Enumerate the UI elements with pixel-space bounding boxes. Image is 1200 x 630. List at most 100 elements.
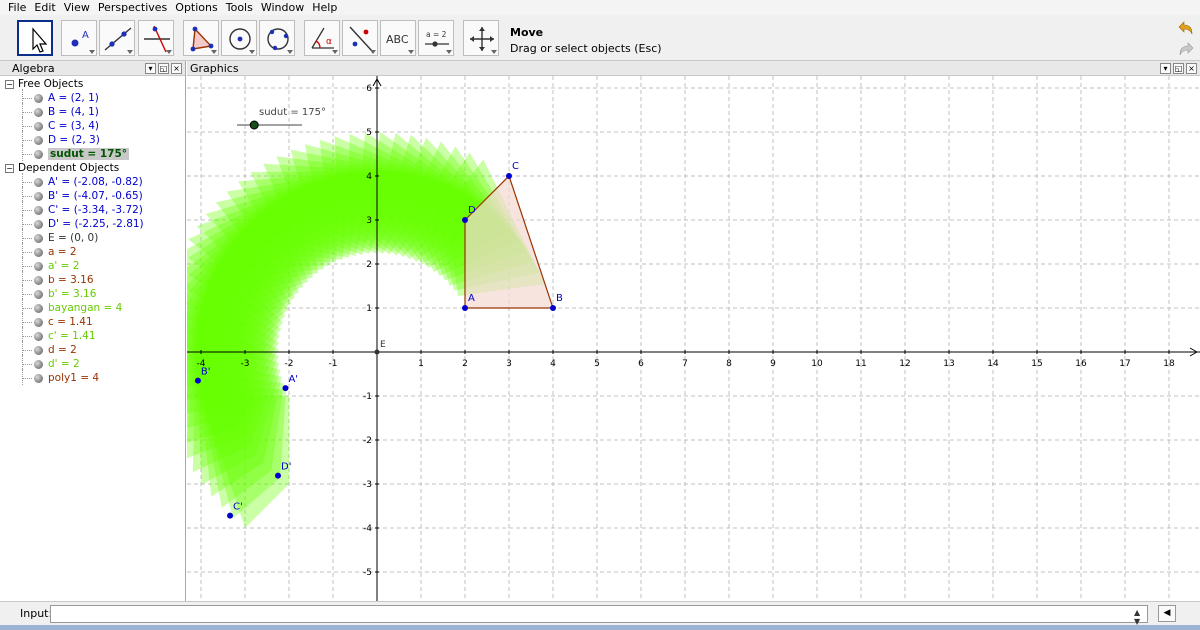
- x-tick-label: 13: [943, 359, 954, 369]
- circle-through-points-tool-button[interactable]: [259, 20, 295, 56]
- algebra-item[interactable]: A = (2, 1): [0, 89, 185, 105]
- perpendicular-line-tool-button[interactable]: [138, 20, 174, 56]
- algebra-item[interactable]: b = 3.16: [0, 271, 185, 287]
- visibility-toggle-icon[interactable]: [34, 248, 43, 257]
- visibility-toggle-icon[interactable]: [34, 262, 43, 271]
- collapse-icon[interactable]: −: [5, 80, 14, 89]
- visibility-toggle-icon[interactable]: [34, 136, 43, 145]
- visibility-toggle-icon[interactable]: [34, 290, 43, 299]
- algebra-item-label: a' = 2: [48, 260, 80, 272]
- x-tick-label: 2: [462, 359, 468, 369]
- algebra-item[interactable]: B = (4, 1): [0, 103, 185, 119]
- text-tool-button[interactable]: ABC: [380, 20, 416, 56]
- visibility-toggle-icon[interactable]: [34, 276, 43, 285]
- visibility-toggle-icon[interactable]: [34, 304, 43, 313]
- input-field[interactable]: [50, 605, 1148, 623]
- tree-connector: [22, 210, 32, 211]
- algebra-item[interactable]: E = (0, 0): [0, 229, 185, 245]
- slider-tool-button[interactable]: a = 2: [418, 20, 454, 56]
- visibility-toggle-icon[interactable]: [34, 178, 43, 187]
- algebra-item[interactable]: a' = 2: [0, 257, 185, 273]
- algebra-item[interactable]: sudut = 175°: [0, 145, 185, 161]
- slider-handle[interactable]: [249, 120, 259, 130]
- algebra-item[interactable]: a = 2: [0, 243, 185, 259]
- visibility-toggle-icon[interactable]: [34, 234, 43, 243]
- menu-edit[interactable]: Edit: [30, 0, 59, 15]
- image-point[interactable]: [282, 385, 289, 392]
- algebra-item[interactable]: C = (3, 4): [0, 117, 185, 133]
- menu-file[interactable]: File: [4, 0, 30, 15]
- menu-window[interactable]: Window: [257, 0, 308, 15]
- graphics-view[interactable]: Graphics ▾ ◱ × -4 -3 -2 -1 1 2 3 4 5 6 7 8 9 10 11 12 13…: [187, 61, 1200, 601]
- x-tick-label: 15: [1031, 359, 1042, 369]
- point-tool-button[interactable]: A: [61, 20, 97, 56]
- y-tick-label: -1: [363, 392, 372, 402]
- image-point[interactable]: [227, 512, 234, 519]
- algebra-group[interactable]: − Free Objects: [0, 77, 185, 91]
- algebra-item-label: C' = (-3.34, -3.72): [48, 204, 143, 216]
- algebra-item[interactable]: b' = 3.16: [0, 285, 185, 301]
- input-history-icon[interactable]: ▲ ▼: [1134, 608, 1140, 626]
- undo-icon[interactable]: [1178, 20, 1194, 36]
- line-tool-button[interactable]: [99, 20, 135, 56]
- undock-icon[interactable]: ◱: [158, 63, 169, 74]
- view-menu-icon[interactable]: ▾: [1160, 63, 1171, 74]
- algebra-item[interactable]: B' = (-4.07, -0.65): [0, 187, 185, 203]
- origin-point-e[interactable]: [374, 349, 380, 355]
- algebra-item[interactable]: poly1 = 4: [0, 369, 185, 385]
- visibility-toggle-icon[interactable]: [34, 360, 43, 369]
- visibility-toggle-icon[interactable]: [34, 374, 43, 383]
- point-a[interactable]: [462, 305, 468, 311]
- undock-icon[interactable]: ◱: [1173, 63, 1184, 74]
- tree-connector: [22, 196, 32, 197]
- menu-help[interactable]: Help: [308, 0, 341, 15]
- algebra-item-label: D = (2, 3): [48, 134, 100, 146]
- algebra-item[interactable]: bayangan = 4: [0, 299, 185, 315]
- visibility-toggle-icon[interactable]: [34, 346, 43, 355]
- algebra-item[interactable]: d = 2: [0, 341, 185, 357]
- algebra-item[interactable]: C' = (-3.34, -3.72): [0, 201, 185, 217]
- image-point[interactable]: [194, 377, 201, 384]
- point-d[interactable]: [462, 217, 468, 223]
- point-b[interactable]: [550, 305, 556, 311]
- graphics-canvas[interactable]: -4 -3 -2 -1 1 2 3 4 5 6 7 8 9 10 11 12 13 14 15 16 17 18-5-4-…: [187, 76, 1200, 601]
- visibility-toggle-icon[interactable]: [34, 220, 43, 229]
- x-tick-label: 6: [638, 359, 644, 369]
- algebra-group[interactable]: − Dependent Objects: [0, 161, 185, 175]
- visibility-toggle-icon[interactable]: [34, 150, 43, 159]
- visibility-toggle-icon[interactable]: [34, 318, 43, 327]
- close-icon[interactable]: ×: [171, 63, 182, 74]
- move-graphics-view-tool-button[interactable]: [463, 20, 499, 56]
- algebra-item[interactable]: c' = 1.41: [0, 327, 185, 343]
- view-menu-icon[interactable]: ▾: [145, 63, 156, 74]
- algebra-item[interactable]: D = (2, 3): [0, 131, 185, 147]
- algebra-item[interactable]: D' = (-2.25, -2.81): [0, 215, 185, 231]
- menu-perspectives[interactable]: Perspectives: [94, 0, 171, 15]
- polygon-tool-button[interactable]: [183, 20, 219, 56]
- visibility-toggle-icon[interactable]: [34, 206, 43, 215]
- visibility-toggle-icon[interactable]: [34, 332, 43, 341]
- tree-connector: [22, 224, 32, 225]
- point-c[interactable]: [506, 173, 512, 179]
- visibility-toggle-icon[interactable]: [34, 192, 43, 201]
- menu-view[interactable]: View: [60, 0, 94, 15]
- angle-tool-button[interactable]: α: [304, 20, 340, 56]
- menu-options[interactable]: Options: [171, 0, 221, 15]
- image-point[interactable]: [275, 472, 281, 479]
- circle-with-center-tool-button[interactable]: [221, 20, 257, 56]
- move-tool-button[interactable]: [17, 20, 53, 56]
- reflect-about-line-tool-button[interactable]: [342, 20, 378, 56]
- collapse-icon[interactable]: −: [5, 164, 14, 173]
- close-icon[interactable]: ×: [1186, 63, 1197, 74]
- algebra-item[interactable]: A' = (-2.08, -0.82): [0, 173, 185, 189]
- algebra-item[interactable]: c = 1.41: [0, 313, 185, 329]
- redo-icon[interactable]: [1178, 41, 1194, 57]
- visibility-toggle-icon[interactable]: [34, 122, 43, 131]
- visibility-toggle-icon[interactable]: [34, 94, 43, 103]
- algebra-item-label: A = (2, 1): [48, 92, 99, 104]
- keyboard-toggle-icon[interactable]: ◀: [1158, 605, 1176, 622]
- algebra-item[interactable]: d' = 2: [0, 355, 185, 371]
- menu-tools[interactable]: Tools: [222, 0, 257, 15]
- tree-connector: [22, 182, 32, 183]
- visibility-toggle-icon[interactable]: [34, 108, 43, 117]
